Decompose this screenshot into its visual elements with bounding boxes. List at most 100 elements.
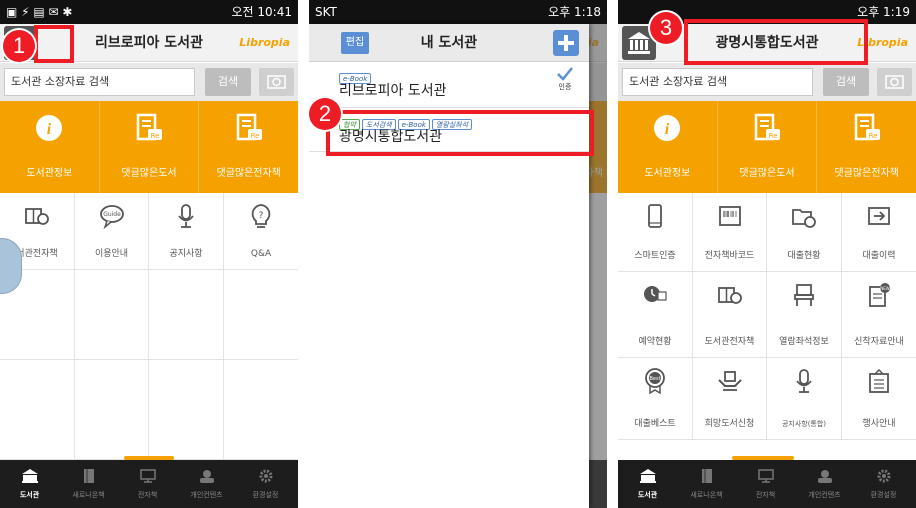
grid-label: Q&A	[250, 249, 272, 259]
ebook-review-icon: Re	[235, 113, 263, 143]
carrier-label: SKT	[315, 5, 337, 19]
menu-label: 댓글많은전자책	[216, 168, 281, 179]
library-name: 리브로피아 도서관	[339, 83, 447, 99]
status-time: 오후 1:18	[548, 5, 601, 19]
grid-empty-cell	[75, 360, 149, 460]
grid-events[interactable]: 행사안내	[842, 358, 916, 440]
menu-most-reviewed-books[interactable]: Re 댓글많은도서	[100, 101, 200, 193]
arrow-box-icon	[866, 203, 892, 229]
info-icon: i	[35, 113, 63, 143]
search-input[interactable]: 도서관 소장자료 검색	[4, 68, 195, 96]
nav-settings[interactable]: 환경설정	[854, 460, 913, 508]
nav-library[interactable]: 도서관	[618, 460, 677, 508]
search-input[interactable]: 도서관 소장자료 검색	[622, 68, 813, 96]
grid-label: 전자책바코드	[704, 251, 755, 261]
grid-label: 예약현황	[638, 337, 672, 347]
grid-qna[interactable]: ? Q&A	[224, 193, 298, 270]
menu-most-reviewed-ebooks[interactable]: Re 댓글많은전자책	[817, 101, 916, 193]
grid-book-request[interactable]: 희망도서신청	[693, 358, 767, 440]
grid-new-arrivals[interactable]: NEW 신착자료안내	[842, 272, 916, 358]
search-bar: 도서관 소장자료 검색 검색	[618, 63, 916, 101]
grid-loan-best[interactable]: Best 대출베스트	[618, 358, 693, 440]
add-library-icon[interactable]	[553, 30, 579, 56]
grid-label: 공지사항(통합)	[781, 420, 827, 428]
smartphone-icon	[642, 203, 668, 229]
nav-label: 환경설정	[252, 491, 279, 499]
svg-text:Best: Best	[649, 376, 660, 382]
grid-user-guide[interactable]: Guide 이용안내	[75, 193, 149, 270]
menu-label: 댓글많은전자책	[834, 168, 899, 179]
tutorial-screenshot: ▣ ⚡ ▤ ✉ ✱ 오전 10:41 리브로피아 도서관 Libropia 도서…	[0, 0, 916, 508]
library-item-libropia[interactable]: e-Book 리브로피아 도서관 인증	[309, 62, 589, 108]
notice-board-icon	[866, 368, 892, 394]
grid-loan-history[interactable]: 대출이력	[842, 193, 916, 272]
menu-library-info[interactable]: i 도서관정보	[618, 101, 718, 193]
grid-label: 대출베스트	[634, 419, 676, 429]
search-button[interactable]: 검색	[823, 68, 869, 96]
grid-reading-seats[interactable]: 열람좌석정보	[767, 272, 842, 358]
grid-loan-status[interactable]: 대출현황	[767, 193, 842, 272]
grid-notices-integrated[interactable]: 공지사항(통합)	[767, 358, 842, 440]
grid-label: 이용안내	[94, 249, 129, 259]
grid-empty-cell	[149, 270, 224, 360]
grid-empty-cell	[0, 360, 75, 460]
nav-settings[interactable]: 환경설정	[236, 460, 295, 508]
svg-text:Re: Re	[151, 132, 160, 140]
grid-empty-cell	[149, 360, 224, 460]
nav-label: 개인컨텐츠	[808, 491, 841, 499]
phone-screen-my-libraries: SKT 오후 1:18 opia 자책 내 도서관 편집 e-Book	[309, 0, 607, 508]
menu-label: 도서관정보	[644, 168, 691, 179]
folder-clock-icon	[791, 203, 817, 229]
nav-new-books[interactable]: 새로나온책	[677, 460, 736, 508]
grid-notices[interactable]: 공지사항	[149, 193, 224, 270]
book-icon	[699, 469, 715, 483]
nav-new-books[interactable]: 새로나온책	[59, 460, 118, 508]
status-time: 오후 1:19	[857, 5, 910, 19]
grid-reservation-status[interactable]: 예약현황	[618, 272, 693, 358]
menu-most-reviewed-ebooks[interactable]: Re 댓글많은전자책	[199, 101, 298, 193]
clock-list-icon	[642, 282, 668, 308]
phone-screen-library-home: ▣ ⚡ ▤ ✉ ✱ 오전 10:41 리브로피아 도서관 Libropia 도서…	[0, 0, 298, 508]
my-libraries-panel: 내 도서관 편집 e-Book 리브로피아 도서관 인증 협약 도서검색 e-Boo…	[309, 24, 589, 508]
gear-icon	[258, 469, 274, 483]
microphone-icon	[791, 368, 817, 394]
brand-logo: Libropia	[239, 36, 290, 49]
featured-menu: i 도서관정보 Re 댓글많은도서 Re 댓글많은전자책	[0, 101, 298, 193]
personal-content-icon	[199, 469, 215, 483]
menu-library-info[interactable]: i 도서관정보	[0, 101, 100, 193]
menu-grid: 서관전자책 Guide 이용안내 공지사항 ? Q&A	[0, 193, 298, 460]
hands-book-icon	[717, 368, 743, 394]
chair-icon	[791, 282, 817, 308]
ebook-review-icon: Re	[853, 113, 881, 143]
svg-text:Re: Re	[250, 132, 259, 140]
library-item-gwangmyeong[interactable]: 협약 도서검색 e-Book 열람실좌석 광명시통합도서관	[309, 108, 589, 152]
search-button[interactable]: 검색	[205, 68, 251, 96]
best-badge-icon: Best	[642, 368, 668, 394]
menu-label: 댓글많은도서	[739, 168, 795, 179]
nav-personal-content[interactable]: 개인컨텐츠	[795, 460, 854, 508]
brand-logo: Libropia	[857, 36, 908, 49]
svg-text:Re: Re	[769, 132, 778, 140]
grid-ebook-barcode[interactable]: 전자책바코드	[693, 193, 767, 272]
menu-most-reviewed-books[interactable]: Re 댓글많은도서	[718, 101, 818, 193]
camera-icon[interactable]	[877, 68, 912, 96]
nav-ebooks[interactable]: 전자책	[118, 460, 177, 508]
nav-personal-content[interactable]: 개인컨텐츠	[177, 460, 236, 508]
nav-label: 전자책	[137, 491, 158, 499]
nav-ebooks[interactable]: 전자책	[736, 460, 795, 508]
status-bar: ▣ ⚡ ▤ ✉ ✱ 오전 10:41	[0, 0, 298, 24]
grid-smart-auth[interactable]: 스마트인증	[618, 193, 693, 272]
grid-label: 행사안내	[862, 419, 896, 429]
grid-library-ebooks[interactable]: 도서관전자책	[693, 272, 767, 358]
nav-library[interactable]: 도서관	[0, 460, 59, 508]
svg-text:?: ?	[259, 211, 264, 221]
svg-text:NEW: NEW	[880, 286, 890, 291]
camera-icon[interactable]	[259, 68, 294, 96]
menu-label: 댓글많은도서	[121, 168, 177, 179]
edit-button[interactable]: 편집	[341, 32, 369, 54]
menu-grid: 스마트인증 전자책바코드 대출현황 대출이력 예약현황 도서관전자책 열람좌석정…	[618, 193, 916, 460]
grid-label: 대출현황	[787, 251, 821, 261]
lightbulb-question-icon: ?	[248, 203, 274, 229]
nav-label: 새로나온책	[72, 491, 105, 499]
nav-label: 전자책	[755, 491, 776, 499]
